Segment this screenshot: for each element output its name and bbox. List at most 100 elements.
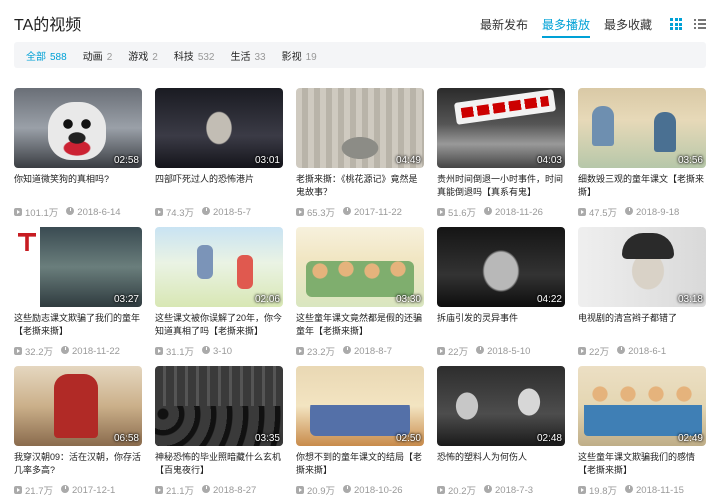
video-thumbnail[interactable]: 02:06 [155,227,283,307]
video-title[interactable]: 神秘恐怖的毕业照暗藏什么玄机【百鬼夜行】 [155,451,283,477]
video-duration: 03:30 [395,294,421,305]
play-count: 19.8万 [589,486,617,497]
video-duration: 03:35 [254,433,280,444]
clock-icon [484,206,492,215]
play-count: 31.1万 [166,347,194,358]
video-thumbnail[interactable]: 02:50 [296,366,424,446]
play-count: 51.6万 [448,208,476,219]
video-card[interactable]: 06:58 我穿汉朝09：活在汉朝，你存活几率多高? 21.7万 2017-12-… [14,366,142,504]
video-thumbnail[interactable]: 02:58 [14,88,142,168]
play-count: 21.7万 [25,486,53,497]
video-thumbnail[interactable]: 03:56 [578,88,706,168]
video-meta: 47.5万 2018-9-18 [578,205,706,219]
video-meta: 74.3万 2018-5-7 [155,205,283,219]
video-duration: 06:58 [113,433,139,444]
video-title[interactable]: 这些童年课文竟然都是假的还骗童年【老撕来撕】 [296,312,424,338]
play-count: 65.3万 [307,208,335,219]
video-card[interactable]: 02:49 这些童年课文欺骗我们的感情【老撕来撕】 19.8万 2018-11-1… [578,366,706,504]
clock-icon [61,345,69,354]
filter-game[interactable]: 游戏 2 [128,48,158,63]
play-count-icon [296,347,304,355]
play-count: 32.2万 [25,347,53,358]
video-card[interactable]: 03:01 四部吓死过人的恐怖港片 74.3万 2018-5-7 [155,88,283,227]
play-count-icon [437,486,445,494]
video-card[interactable]: 03:27 这些励志课文欺骗了我们的童年【老撕来撕】 32.2万 2018-11-… [14,227,142,366]
video-thumbnail[interactable]: 03:01 [155,88,283,168]
play-count: 74.3万 [166,208,194,219]
clock-icon [66,206,75,215]
upload-date: 2018-6-14 [77,206,121,218]
video-card[interactable]: 02:06 这些课文被你误解了20年，你今知道真相了吗【老撕来撕】 31.1万 3… [155,227,283,366]
video-card[interactable]: 03:35 神秘恐怖的毕业照暗藏什么玄机【百鬼夜行】 21.1万 2018-8-2… [155,366,283,504]
sort-tab-most-favorited[interactable]: 最多收藏 [604,16,652,38]
clock-icon [202,345,210,354]
video-meta: 23.2万 2018-8-7 [296,344,424,358]
video-title[interactable]: 贵州时间倒退一小时事件，时间真能倒退吗【真系有鬼】 [437,173,565,199]
filter-life[interactable]: 生活 33 [231,48,266,63]
video-title[interactable]: 四部吓死过人的恐怖港片 [155,173,283,199]
video-title[interactable]: 你想不到的童年课文的结局【老撕来撕】 [296,451,424,477]
video-title[interactable]: 这些课文被你误解了20年，你今知道真相了吗【老撕来撕】 [155,312,283,338]
filter-animation[interactable]: 动画 2 [83,48,113,63]
filter-tech[interactable]: 科技 532 [174,48,215,63]
video-title[interactable]: 老撕来撕：《桃花源记》竟然是鬼故事？ [296,173,424,199]
video-meta: 21.7万 2017-12-1 [14,483,142,497]
play-count-icon [578,347,586,355]
video-thumbnail[interactable]: 03:18 [578,227,706,307]
video-meta: 31.1万 3-10 [155,344,283,358]
video-card[interactable]: 03:30 这些童年课文竟然都是假的还骗童年【老撕来撕】 23.2万 2018-8… [296,227,424,366]
video-thumbnail[interactable]: 03:27 [14,227,142,307]
video-duration: 02:49 [677,433,703,444]
sort-tab-latest[interactable]: 最新发布 [480,16,528,38]
play-count-icon [578,208,586,216]
video-title[interactable]: 我穿汉朝09：活在汉朝，你存活几率多高? [14,451,142,477]
video-duration: 03:27 [113,294,139,305]
play-count-icon [578,486,586,494]
play-count-icon [296,208,304,216]
video-card[interactable]: 02:58 你知道微笑狗的真相吗? 101.1万 2018-6-14 [14,88,142,227]
upload-date: 2018-11-22 [72,345,120,357]
video-thumbnail[interactable]: 02:49 [578,366,706,446]
video-card[interactable]: 04:03 贵州时间倒退一小时事件，时间真能倒退吗【真系有鬼】 51.6万 201… [437,88,565,227]
upload-date: 2017-12-1 [72,484,116,496]
video-thumbnail[interactable]: 06:58 [14,366,142,446]
clock-icon [343,206,351,215]
video-meta: 101.1万 2018-6-14 [14,205,142,219]
video-thumbnail[interactable]: 04:22 [437,227,565,307]
grid-icon[interactable] [670,18,682,30]
play-count: 22万 [448,347,469,358]
video-title[interactable]: 拆庙引发的灵异事件 [437,312,565,338]
video-title[interactable]: 你知道微笑狗的真相吗? [14,173,142,199]
video-meta: 21.1万 2018-8-27 [155,483,283,497]
video-duration: 03:56 [677,155,703,166]
video-title[interactable]: 这些童年课文欺骗我们的感情【老撕来撕】 [578,451,706,477]
video-title[interactable]: 这些励志课文欺骗了我们的童年【老撕来撕】 [14,312,142,338]
filter-film[interactable]: 影视 19 [282,48,317,63]
video-thumbnail[interactable]: 03:30 [296,227,424,307]
video-thumbnail[interactable]: 03:35 [155,366,283,446]
clock-icon [343,345,351,354]
video-thumbnail[interactable]: 04:03 [437,88,565,168]
video-thumbnail[interactable]: 02:48 [437,366,565,446]
play-count: 20.9万 [307,486,335,497]
sort-tabs: 最新发布 最多播放 最多收藏 [480,16,652,38]
play-count-icon [155,208,163,216]
video-title[interactable]: 细数毁三观的童年课文【老撕来撕】 [578,173,706,199]
play-count-icon [14,208,22,216]
video-title[interactable]: 电视剧的清宫辫子都错了 [578,312,706,338]
play-count-icon [14,486,22,494]
filter-all[interactable]: 全部 588 [26,48,67,63]
video-card[interactable]: 04:22 拆庙引发的灵异事件 22万 2018-5-10 [437,227,565,366]
video-meta: 22万 2018-5-10 [437,344,565,358]
clock-icon [476,345,485,354]
page-header: TA的视频 最新发布 最多播放 最多收藏 [14,0,706,40]
video-card[interactable]: 03:18 电视剧的清宫辫子都错了 22万 2018-6-1 [578,227,706,366]
list-icon[interactable] [694,18,706,30]
video-card[interactable]: 02:48 恐怖的塑料人为何伤人 20.2万 2018-7-3 [437,366,565,504]
video-card[interactable]: 02:50 你想不到的童年课文的结局【老撕来撕】 20.9万 2018-10-26 [296,366,424,504]
sort-tab-most-played[interactable]: 最多播放 [541,16,590,38]
video-card[interactable]: 04:49 老撕来撕：《桃花源记》竟然是鬼故事？ 65.3万 2017-11-22 [296,88,424,227]
video-thumbnail[interactable]: 04:49 [296,88,424,168]
video-card[interactable]: 03:56 细数毁三观的童年课文【老撕来撕】 47.5万 2018-9-18 [578,88,706,227]
video-title[interactable]: 恐怖的塑料人为何伤人 [437,451,565,477]
